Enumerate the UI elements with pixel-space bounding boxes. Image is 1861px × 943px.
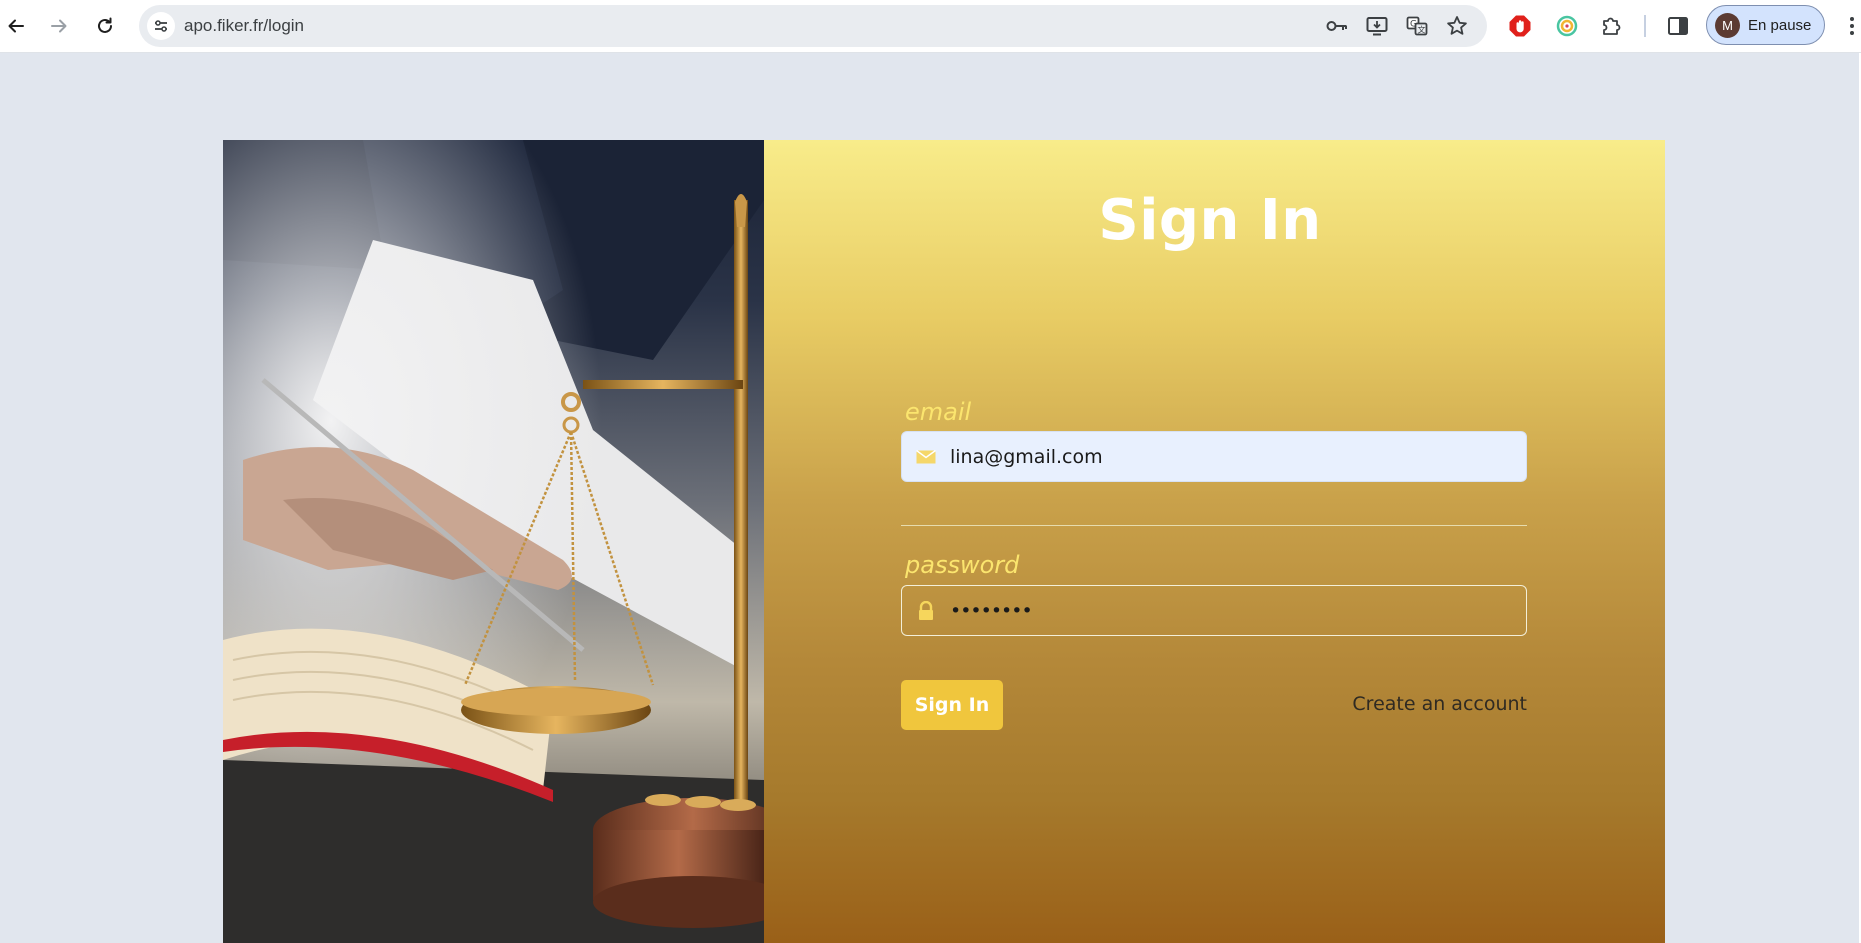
profile-status: En pause (1748, 16, 1812, 34)
login-card: Sign In email lina@gmail.com password ••… (223, 140, 1665, 943)
forward-button[interactable] (43, 10, 75, 42)
side-panel-icon (1668, 17, 1688, 35)
reload-button[interactable] (89, 10, 121, 42)
password-key-button[interactable] (1325, 14, 1349, 38)
avatar: M (1715, 12, 1740, 38)
email-field[interactable]: lina@gmail.com (901, 431, 1527, 482)
email-value[interactable]: lina@gmail.com (950, 446, 1103, 468)
site-info-button[interactable] (147, 12, 175, 40)
address-bar[interactable]: apo.fiker.fr/login G文 (139, 5, 1487, 47)
form-divider (901, 525, 1527, 526)
password-value[interactable]: •••••••• (950, 600, 1033, 622)
sign-in-panel: Sign In email lina@gmail.com password ••… (764, 140, 1665, 943)
back-icon (8, 19, 24, 33)
page-title: Sign In (1098, 188, 1322, 253)
bookmark-button[interactable] (1445, 14, 1469, 38)
lock-icon (902, 585, 950, 636)
translate-button[interactable]: G文 (1405, 14, 1429, 38)
more-menu-icon (1850, 17, 1854, 21)
justice-scale-illustration (223, 140, 764, 943)
extension-button[interactable] (1553, 12, 1581, 40)
email-label: email (905, 398, 972, 426)
password-label: password (905, 551, 1020, 579)
bookmark-star-icon (1447, 16, 1467, 35)
adblock-extension-button[interactable] (1506, 12, 1534, 40)
password-key-icon (1326, 21, 1347, 31)
install-app-icon (1366, 17, 1388, 36)
site-info-icon (155, 20, 167, 32)
reload-icon (98, 17, 112, 33)
browser-toolbar: apo.fiker.fr/login G文 M En pause (0, 0, 1861, 53)
envelope-icon (902, 431, 950, 482)
install-app-button[interactable] (1365, 14, 1389, 38)
toolbar-separator (1644, 15, 1646, 37)
profile-button[interactable]: M En pause (1706, 5, 1825, 45)
url-text[interactable]: apo.fiker.fr/login (184, 16, 304, 36)
extension-icon (1556, 15, 1578, 37)
more-menu-button[interactable] (1843, 10, 1861, 42)
sign-in-button[interactable]: Sign In (901, 680, 1003, 730)
forward-icon (51, 19, 67, 33)
svg-text:文: 文 (1418, 25, 1426, 35)
translate-icon: G文 (1406, 16, 1428, 36)
password-field[interactable]: •••••••• (901, 585, 1527, 636)
extensions-menu-button[interactable] (1597, 12, 1625, 40)
create-account-link[interactable]: Create an account (1314, 693, 1527, 715)
justice-scale-photo (223, 140, 764, 943)
extensions-puzzle-icon (1603, 17, 1621, 35)
back-button[interactable] (0, 10, 32, 42)
adblock-extension-icon (1509, 15, 1531, 37)
side-panel-button[interactable] (1664, 12, 1692, 40)
